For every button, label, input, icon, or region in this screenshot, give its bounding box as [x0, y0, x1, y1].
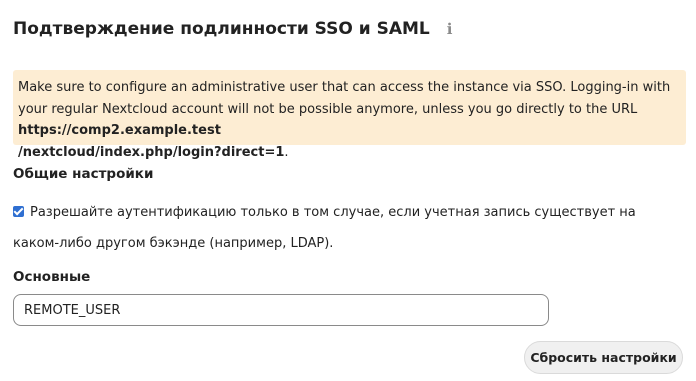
checkbox-checked-icon[interactable] — [13, 206, 24, 217]
direct-login-url: https://comp2.example.test/nextcloud/ind… — [18, 123, 284, 160]
warning-notice: Make sure to configure an administrative… — [13, 70, 686, 160]
general-settings-heading: Общие настройки — [13, 166, 154, 182]
only-existing-users-option[interactable]: Разрешайте аутентификацию только в том с… — [13, 197, 683, 259]
checkbox-label[interactable]: Разрешайте аутентификацию только в том с… — [13, 205, 636, 251]
direct-login-url-path: /nextcloud/index.php/login?direct=1 — [18, 144, 285, 160]
warning-text-end: . — [284, 144, 289, 160]
direct-login-url-host: https://comp2.example.test — [18, 123, 221, 138]
reset-settings-button[interactable]: Сбросить настройки — [524, 341, 683, 374]
page-title: Подтверждение подлинности SSO и SAML — [13, 19, 430, 39]
sso-saml-settings-page: Подтверждение подлинности SSO и SAML ℹ M… — [0, 0, 696, 381]
title-row: Подтверждение подлинности SSO и SAML ℹ — [13, 19, 452, 39]
uid-mapping-input[interactable] — [13, 294, 549, 326]
warning-text: Make sure to configure an administrative… — [18, 80, 671, 117]
basic-settings-heading: Основные — [13, 269, 91, 285]
info-icon[interactable]: ℹ — [447, 20, 453, 38]
